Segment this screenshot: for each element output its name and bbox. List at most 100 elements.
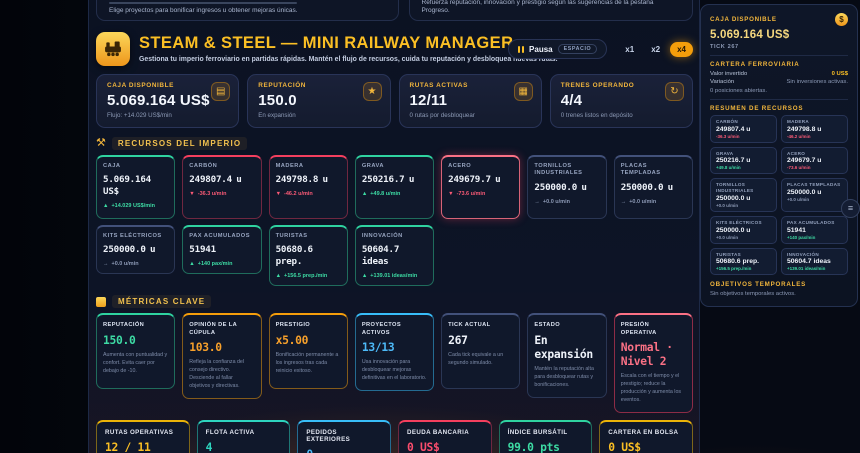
stat-value: 0 US$ bbox=[608, 441, 684, 453]
hamburger-icon: ≡ bbox=[848, 204, 853, 213]
metrics-icon bbox=[96, 297, 106, 307]
speed-x4-button[interactable]: x4 bbox=[670, 42, 693, 57]
metric-label: PROYECTOS ACTIVOS bbox=[362, 322, 427, 337]
summary-label: INNOVACIÓN bbox=[787, 252, 842, 258]
portfolio-row-variacion: Variación Sin inversiones activas. bbox=[710, 79, 848, 85]
metric-desc: Usa innovación para desbloquear mejoras … bbox=[362, 359, 427, 383]
sidebar-tick-counter: TICK 267 bbox=[710, 44, 848, 50]
delta-arrow-icon: ▼ bbox=[189, 191, 194, 197]
pause-button[interactable]: Pausa ESPACIO bbox=[508, 39, 607, 59]
summary-card-pax: PAX ACUMULADOS 51941 +140 pax/min bbox=[781, 216, 848, 244]
overview-card-rutas: RUTAS ACTIVAS 12/11 0 rutas por desbloqu… bbox=[399, 74, 542, 128]
portfolio-row-label: Variación bbox=[710, 79, 734, 85]
metric-label: PRESIÓN OPERATIVA bbox=[621, 322, 686, 337]
summary-value: 250000.0 u bbox=[716, 227, 771, 234]
metric-desc: Refleja la confianza del consejo directi… bbox=[189, 359, 254, 391]
resource-card-turistas: TURISTAS 50680.6 prep. ▲+156.5 prep./min bbox=[269, 225, 348, 286]
delta-text: -46.2 u/min bbox=[284, 191, 313, 197]
metric-card-tick: TICK ACTUAL 267 Cada tick equivale a un … bbox=[441, 313, 520, 389]
hint-text-projects: Elige proyectos para bonificar ingresos … bbox=[109, 7, 386, 15]
resource-card-innovacion: INNOVACIÓN 50604.7 ideas ▲+139.01 ideas/… bbox=[355, 225, 434, 286]
resources-section-title: RECURSOS DEL IMPERIO bbox=[112, 137, 247, 150]
summary-value: 250000.0 u bbox=[787, 189, 842, 196]
stat-card-pedidos: PEDIDOS EXTERIORES 0 Sin convoyes activo… bbox=[297, 420, 391, 453]
metric-card-prestigio: PRESTIGIO x5.00 Bonificación permanente … bbox=[269, 313, 348, 389]
summary-delta: +0.0 u/min bbox=[716, 203, 771, 208]
stat-value: 99.0 pts bbox=[508, 441, 584, 453]
summary-card-acero: ACERO 249679.7 u -73.6 u/min bbox=[781, 147, 848, 175]
resource-label: TURISTAS bbox=[276, 233, 341, 240]
resource-delta: ▼-73.6 u/min bbox=[448, 191, 513, 197]
train-icon bbox=[103, 39, 123, 59]
summary-delta: +0.0 u/min bbox=[787, 197, 842, 202]
overview-card-label: CAJA DISPONIBLE bbox=[107, 82, 228, 89]
delta-text: +0.0 u/min bbox=[629, 199, 656, 205]
stat-label: PEDIDOS EXTERIORES bbox=[306, 429, 382, 443]
page-title: STEAM & STEEL — MINI RAILWAY MANAGER bbox=[139, 35, 499, 52]
stat-label: ÍNDICE BURSÁTIL bbox=[508, 429, 584, 436]
resource-delta: ▲+49.8 u/min bbox=[362, 191, 427, 197]
resource-label: MADERA bbox=[276, 163, 341, 170]
overview-card-label: RUTAS ACTIVAS bbox=[410, 82, 531, 89]
delta-arrow-icon: → bbox=[621, 199, 627, 205]
resource-label: PAX ACUMULADOS bbox=[189, 233, 254, 240]
resource-delta: →+0.0 u/min bbox=[621, 199, 686, 205]
resource-delta: ▼-36.3 u/min bbox=[189, 191, 254, 197]
delta-arrow-icon: ▼ bbox=[448, 191, 453, 197]
summary-card-placas: PLACAS TEMPLADAS 250000.0 u +0.0 u/min bbox=[781, 178, 848, 211]
divider bbox=[710, 55, 848, 56]
header-controls: Pausa ESPACIO x1 x2 x4 bbox=[508, 39, 693, 59]
delta-text: +139.01 ideas/min bbox=[370, 273, 417, 279]
metric-desc: Aumenta con puntualidad y confort. Evita… bbox=[103, 352, 168, 376]
overview-card-label: TRENES OPERANDO bbox=[561, 82, 682, 89]
metric-card-opinion: OPINIÓN DE LA CÚPULA 103.0 Refleja la co… bbox=[182, 313, 261, 399]
resource-card-madera: MADERA 249798.8 u ▼-46.2 u/min bbox=[269, 155, 348, 219]
summary-value: 51941 bbox=[787, 227, 842, 234]
summary-value: 50604.7 ideas bbox=[787, 258, 842, 265]
resource-value: 250000.0 u bbox=[103, 244, 168, 256]
pause-label: Pausa bbox=[529, 45, 553, 54]
app-logo bbox=[96, 32, 130, 66]
sidebar-cash-header: CAJA DISPONIBLE $ bbox=[710, 13, 848, 26]
summary-delta: -36.3 u/min bbox=[716, 134, 771, 139]
resource-label: PLACAS TEMPLADAS bbox=[621, 163, 686, 178]
delta-arrow-icon: ▼ bbox=[276, 191, 281, 197]
resource-value: 249798.8 u bbox=[276, 174, 341, 186]
summary-card-tornillos: TORNILLOS INDUSTRIALES 250000.0 u +0.0 u… bbox=[710, 178, 777, 211]
app-root: Elige proyectos para bonificar ingresos … bbox=[0, 0, 860, 453]
metric-value: 267 bbox=[448, 334, 513, 348]
pause-icon bbox=[518, 46, 524, 53]
menu-fab-button[interactable]: ≡ bbox=[841, 199, 860, 218]
resource-value: 50680.6 prep. bbox=[276, 244, 341, 268]
speed-x1-button[interactable]: x1 bbox=[618, 42, 641, 57]
resource-value: 249807.4 u bbox=[189, 174, 254, 186]
coin-icon[interactable]: $ bbox=[835, 13, 848, 26]
resource-delta: →+0.0 u/min bbox=[103, 261, 168, 267]
delta-arrow-icon: ▲ bbox=[189, 261, 194, 267]
resources-row-1: CAJA 5.069.164 US$ ▲+14.029 US$/min CARB… bbox=[96, 155, 693, 219]
divider bbox=[710, 99, 848, 100]
summary-card-kits: KITS ELÉCTRICOS 250000.0 u +0.0 u/min bbox=[710, 216, 777, 244]
hint-cut-line bbox=[109, 2, 297, 4]
resource-delta: ▲+14.029 US$/min bbox=[103, 203, 168, 209]
delta-text: +49.8 u/min bbox=[370, 191, 400, 197]
resource-card-grava: GRAVA 250216.7 u ▲+49.8 u/min bbox=[355, 155, 434, 219]
stat-label: FLOTA ACTIVA bbox=[206, 429, 282, 436]
overview-card-sub: Flujo: +14.029 US$/min bbox=[107, 112, 228, 119]
map-icon: ▦ bbox=[514, 82, 533, 101]
summary-label: KITS ELÉCTRICOS bbox=[716, 220, 771, 226]
resource-label: CAJA bbox=[103, 163, 168, 170]
metric-value: 13/13 bbox=[362, 341, 427, 355]
metric-label: ESTADO bbox=[534, 322, 599, 329]
stat-value: 4 bbox=[206, 441, 282, 453]
page-subtitle: Gestiona tu imperio ferroviario en parti… bbox=[139, 56, 499, 63]
delta-arrow-icon: ▲ bbox=[103, 203, 108, 209]
summary-grid: CARBÓN 249807.4 u -36.3 u/min MADERA 249… bbox=[710, 115, 848, 275]
summary-card-turistas: TURISTAS 50680.6 prep. +156.5 prep./min bbox=[710, 248, 777, 276]
objectives-empty-text: Sin objetivos temporales activos. bbox=[710, 291, 848, 297]
speed-x2-button[interactable]: x2 bbox=[644, 42, 667, 57]
summary-card-innovacion: INNOVACIÓN 50604.7 ideas +139.01 ideas/m… bbox=[781, 248, 848, 276]
resources-section-header: ⚒ RECURSOS DEL IMPERIO bbox=[96, 137, 693, 150]
stat-card-flota: FLOTA ACTIVA 4 4 en ruta ahora mismo. bbox=[197, 420, 291, 453]
stat-card-rutas: RUTAS OPERATIVAS 12 / 11 Aumenta la repu… bbox=[96, 420, 190, 453]
